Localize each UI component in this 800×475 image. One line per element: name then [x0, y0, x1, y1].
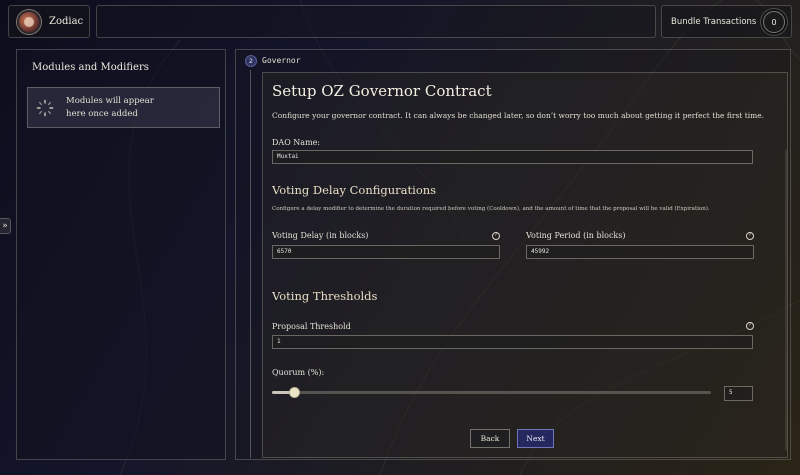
quorum-slider-handle[interactable]: [289, 387, 300, 398]
quorum-slider[interactable]: [272, 387, 711, 398]
voting-period-help-icon[interactable]: ?: [746, 232, 754, 240]
loading-spinner-icon: [36, 99, 54, 116]
voting-delay-section-title: Voting Delay Configurations: [272, 183, 437, 197]
quorum-label: Quorum (%):: [272, 368, 325, 377]
bundle-transactions-label: Bundle Transactions: [671, 16, 757, 27]
voting-period-label: Voting Period (in blocks): [526, 231, 626, 240]
back-button[interactable]: Back: [470, 429, 510, 448]
form-description: Configure your governor contract. It can…: [272, 111, 765, 120]
quorum-input[interactable]: 5: [724, 386, 753, 401]
header-bar: [96, 5, 656, 38]
proposal-threshold-label: Proposal Threshold: [272, 322, 351, 331]
proposal-threshold-help-icon[interactable]: ?: [746, 322, 754, 330]
proposal-threshold-input[interactable]: 1: [272, 335, 753, 349]
voting-period-input[interactable]: 45992: [526, 245, 754, 259]
bundle-count-badge: 0: [763, 11, 785, 33]
main-content: 2 Governor Setup OZ Governor Contract Co…: [235, 49, 791, 460]
step-connector-line: [250, 70, 251, 458]
expand-sidebar-button[interactable]: »: [0, 218, 11, 234]
next-button[interactable]: Next: [517, 429, 554, 448]
modules-sidebar: Modules and Modifiers Modules will appea…: [16, 49, 226, 460]
voting-delay-input[interactable]: 6570: [272, 245, 500, 259]
app-logo-button[interactable]: Zodiac: [8, 5, 90, 38]
app-name: Zodiac: [49, 16, 84, 27]
voting-delay-label: Voting Delay (in blocks): [272, 231, 369, 240]
step-label: Governor: [262, 56, 301, 65]
bundle-transactions-button[interactable]: Bundle Transactions 0: [661, 5, 792, 38]
voting-delay-description: Configure a delay modifier to determine …: [272, 206, 710, 212]
form-title: Setup OZ Governor Contract: [272, 82, 492, 100]
governor-form: Setup OZ Governor Contract Configure you…: [262, 72, 788, 458]
voting-thresholds-section-title: Voting Thresholds: [272, 289, 378, 303]
modules-empty-message: Modules will appear here once added: [66, 95, 154, 119]
dao-name-label: DAO Name:: [272, 138, 321, 147]
double-chevron-right-icon: »: [2, 221, 8, 231]
modules-empty-card: Modules will appear here once added: [27, 87, 220, 128]
sidebar-title: Modules and Modifiers: [32, 62, 149, 73]
dao-name-input[interactable]: Muxtai: [272, 150, 753, 164]
step-number-badge: 2: [245, 55, 257, 67]
zodiac-logo-icon: [17, 9, 41, 34]
voting-delay-help-icon[interactable]: ?: [492, 232, 500, 240]
